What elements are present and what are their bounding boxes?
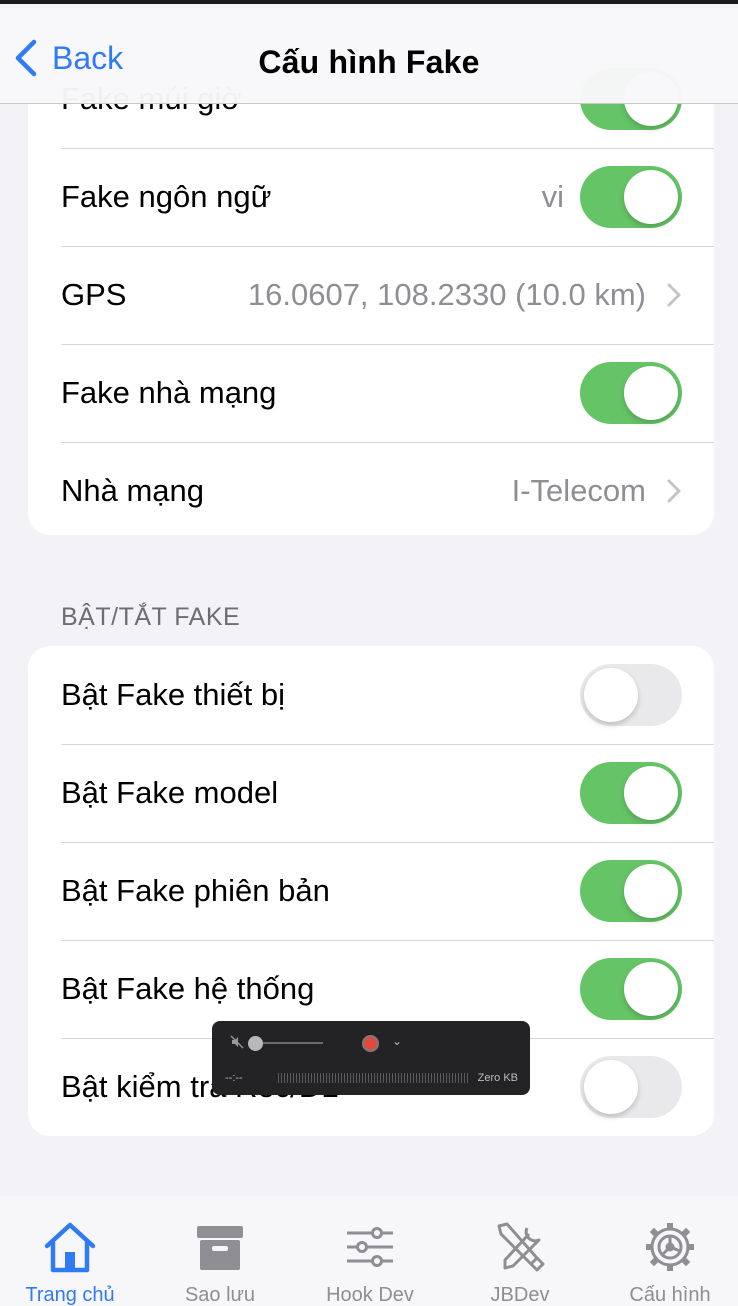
tab-label: JBDev — [490, 1284, 550, 1306]
row-value: vi — [541, 179, 564, 214]
tab-label: Trang chủ — [25, 1284, 115, 1306]
gear-icon — [646, 1223, 694, 1271]
settings-row-enable-fake-device: Bật Fake thiết bị — [28, 646, 714, 744]
fake-config-card: Fake múi giờ Fake ngôn ngữ vi GPS 16.060… — [28, 50, 714, 535]
screen-recorder-overlay[interactable]: ⌄ --:-- Zero KB — [212, 1021, 530, 1095]
enable-fake-model-toggle[interactable] — [580, 762, 682, 824]
navigation-bar: Back Cấu hình Fake — [0, 8, 738, 104]
enable-fake-system-toggle[interactable] — [580, 958, 682, 1020]
recording-time: --:-- — [225, 1072, 243, 1084]
row-label: Bật Fake phiên bản — [61, 873, 330, 908]
tab-bar: Trang chủ Sao lưu Hook Dev JBDev Cấu hìn… — [0, 1196, 738, 1306]
row-label: Bật Fake thiết bị — [61, 677, 286, 712]
chevron-down-icon[interactable]: ⌄ — [392, 1034, 402, 1048]
tab-settings[interactable]: Cấu hình — [605, 1220, 735, 1306]
enable-fake-device-toggle[interactable] — [580, 664, 682, 726]
row-label: Nhà mạng — [61, 473, 205, 508]
enable-rec-check-toggle[interactable] — [580, 1056, 682, 1118]
record-button[interactable] — [362, 1035, 379, 1052]
mute-icon[interactable] — [230, 1035, 244, 1049]
chevron-right-icon — [667, 283, 681, 307]
fake-language-toggle[interactable] — [580, 166, 682, 228]
fake-carrier-toggle[interactable] — [580, 362, 682, 424]
home-icon — [44, 1222, 96, 1273]
sliders-icon — [347, 1227, 393, 1267]
row-value: I-Telecom — [511, 473, 646, 508]
enable-fake-version-toggle[interactable] — [580, 860, 682, 922]
tab-label: Hook Dev — [326, 1284, 414, 1306]
section-header: BẬT/TẮT FAKE — [61, 603, 241, 631]
row-value: 16.0607, 108.2330 (10.0 km) — [247, 277, 646, 312]
volume-slider[interactable] — [263, 1042, 323, 1044]
row-label: GPS — [61, 277, 127, 312]
recording-size: Zero KB — [477, 1072, 518, 1084]
settings-row-fake-carrier: Fake nhà mạng — [28, 344, 714, 442]
audio-level-meter — [278, 1073, 468, 1083]
tools-icon — [497, 1222, 545, 1272]
archive-icon — [197, 1226, 243, 1270]
tab-backup[interactable]: Sao lưu — [155, 1220, 285, 1306]
settings-row-gps[interactable]: GPS 16.0607, 108.2330 (10.0 km) — [28, 246, 714, 344]
row-label: Fake nhà mạng — [61, 375, 277, 410]
chevron-right-icon — [667, 479, 681, 503]
tab-jbdev[interactable]: JBDev — [455, 1220, 585, 1306]
settings-row-fake-language: Fake ngôn ngữ vi — [28, 148, 714, 246]
settings-row-carrier[interactable]: Nhà mạng I-Telecom — [28, 442, 714, 535]
tab-home[interactable]: Trang chủ — [5, 1220, 135, 1306]
tab-hook-dev[interactable]: Hook Dev — [305, 1220, 435, 1306]
settings-content: Fake múi giờ Fake ngôn ngữ vi GPS 16.060… — [0, 0, 738, 1306]
page-title: Cấu hình Fake — [258, 44, 480, 80]
tab-label: Sao lưu — [184, 1284, 256, 1306]
volume-slider-knob[interactable] — [248, 1036, 263, 1051]
settings-row-enable-fake-version: Bật Fake phiên bản — [28, 842, 714, 940]
row-label: Bật Fake model — [61, 775, 279, 810]
settings-row-enable-fake-model: Bật Fake model — [28, 744, 714, 842]
row-label: Fake ngôn ngữ — [61, 179, 272, 214]
tab-label: Cấu hình — [629, 1284, 711, 1306]
row-label: Bật Fake hệ thống — [61, 971, 315, 1006]
